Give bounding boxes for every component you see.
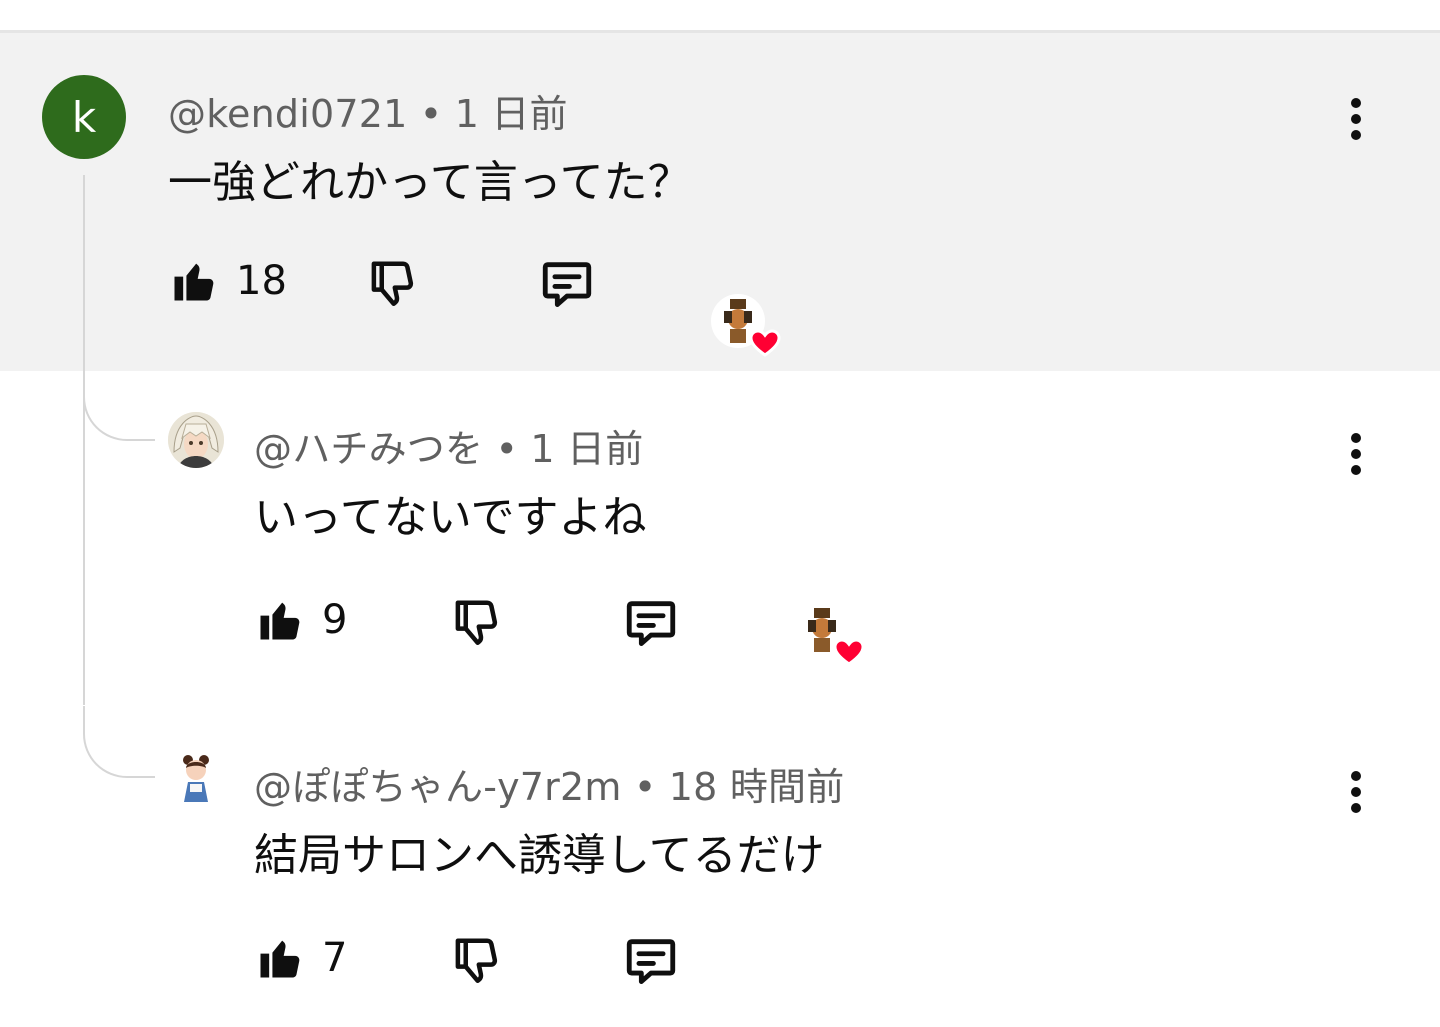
more-vert-icon	[1351, 771, 1361, 781]
avatar[interactable]: k	[42, 75, 126, 159]
reply-item: @ハチみつを • 1 日前 いってないですよね 9	[0, 384, 1440, 684]
more-options-button[interactable]	[1336, 424, 1376, 484]
author-name[interactable]: @kendi0721	[168, 92, 408, 136]
dislike-button[interactable]	[450, 932, 504, 990]
comment-meta: @kendi0721 • 1 日前	[168, 83, 568, 138]
like-count: 7	[322, 935, 348, 981]
comment-reply-icon	[626, 601, 676, 646]
thumb-down-icon	[455, 938, 498, 984]
thumb-up-icon	[174, 263, 214, 301]
comment-meta: @ぽぽちゃん-y7r2m • 18 時間前	[254, 756, 844, 811]
avatar-image	[168, 750, 224, 806]
thumb-up-icon	[260, 940, 300, 978]
more-vert-icon	[1351, 433, 1361, 443]
reply-button[interactable]	[620, 594, 682, 652]
comment-text: いってないですよね	[254, 492, 647, 543]
like-count: 18	[236, 258, 287, 304]
more-options-button[interactable]	[1336, 89, 1376, 149]
avatar-letter: k	[71, 92, 97, 142]
reply-button[interactable]	[536, 255, 598, 313]
meta-separator: •	[495, 427, 519, 471]
like-count: 9	[322, 597, 348, 643]
reply-button[interactable]	[620, 932, 682, 990]
comment-item: k @kendi0721 • 1 日前 一強どれかって言ってた？ 18	[0, 33, 1440, 371]
reply-item: @ぽぽちゃん-y7r2m • 18 時間前 結局サロンへ誘導してるだけ 7	[0, 722, 1440, 1022]
like-button[interactable]: 9	[254, 592, 347, 648]
thumb-up-icon	[260, 602, 300, 640]
timestamp[interactable]: 18 時間前	[669, 765, 845, 809]
more-vert-icon	[1351, 98, 1361, 108]
thumb-down-icon	[371, 261, 414, 307]
creator-heart-badge[interactable]	[710, 293, 786, 359]
author-name[interactable]: @ぽぽちゃん-y7r2m	[254, 765, 622, 809]
more-options-button[interactable]	[1336, 762, 1376, 822]
comment-actions: 7	[0, 930, 1440, 1000]
comment-text: 一強どれかって言ってた？	[168, 157, 692, 208]
comment-meta: @ハチみつを • 1 日前	[254, 418, 643, 473]
comment-reply-icon	[542, 262, 592, 307]
comment-reply-icon	[626, 939, 676, 984]
creator-heart-badge[interactable]	[794, 602, 870, 668]
creator-heart-icon	[711, 294, 781, 357]
dislike-button[interactable]	[366, 255, 420, 313]
meta-separator: •	[419, 92, 443, 136]
author-name[interactable]: @ハチみつを	[254, 427, 483, 471]
comment-actions: 9	[0, 592, 1440, 666]
thumb-down-icon	[455, 600, 498, 646]
avatar-image	[168, 412, 224, 468]
like-button[interactable]: 7	[254, 930, 347, 986]
avatar[interactable]	[168, 750, 224, 806]
timestamp[interactable]: 1 日前	[455, 92, 568, 136]
avatar[interactable]	[168, 412, 224, 468]
creator-heart-icon	[795, 603, 865, 666]
dislike-button[interactable]	[450, 594, 504, 652]
comment-actions: 18	[0, 253, 1440, 357]
comment-text: 結局サロンへ誘導してるだけ	[254, 830, 825, 881]
timestamp[interactable]: 1 日前	[530, 427, 643, 471]
like-button[interactable]: 18	[168, 253, 287, 309]
meta-separator: •	[633, 765, 657, 809]
